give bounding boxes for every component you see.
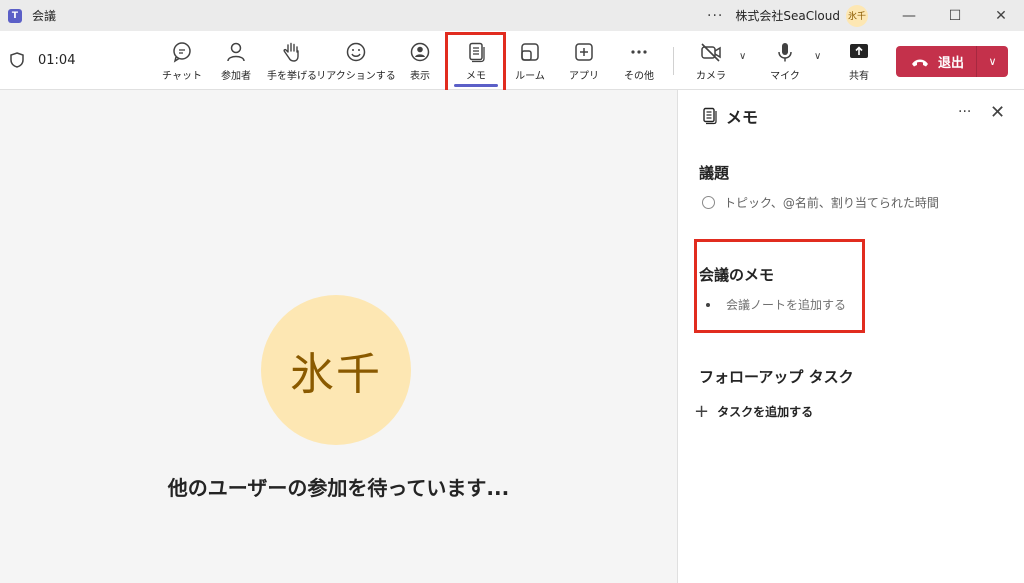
window-title: 会議 bbox=[32, 9, 57, 23]
maximize-button[interactable]: ☐ bbox=[932, 0, 978, 31]
view-button[interactable]: 表示 bbox=[402, 31, 438, 90]
user-avatar[interactable]: 氷千 bbox=[846, 4, 868, 27]
reaction-icon bbox=[346, 42, 366, 62]
apps-button[interactable]: アプリ bbox=[564, 31, 604, 90]
radio-circle-icon bbox=[702, 196, 715, 209]
chat-label: チャット bbox=[162, 71, 202, 82]
follow-up-tasks-title: フォローアップ タスク bbox=[699, 368, 854, 386]
toolbar-divider bbox=[673, 47, 674, 75]
apps-icon bbox=[575, 43, 593, 61]
chat-icon bbox=[173, 42, 191, 63]
timer-text: 01:04 bbox=[38, 52, 76, 68]
agenda-input[interactable]: トピック、@名前、割り当てられた時間 bbox=[702, 194, 939, 211]
leave-label: 退出 bbox=[938, 56, 965, 71]
mic-label: マイク bbox=[770, 71, 800, 82]
more-icon bbox=[631, 50, 647, 54]
participants-button[interactable]: 参加者 bbox=[216, 31, 256, 90]
rooms-label: ルーム bbox=[515, 71, 545, 82]
close-window-button[interactable]: ✕ bbox=[978, 0, 1024, 31]
chat-button[interactable]: チャット bbox=[162, 31, 202, 90]
reaction-button[interactable]: リアクションする bbox=[316, 31, 396, 90]
share-button[interactable]: 共有 bbox=[842, 31, 876, 90]
more-button[interactable]: その他 bbox=[619, 31, 659, 90]
minimize-button[interactable]: — bbox=[886, 0, 932, 31]
rooms-button[interactable]: ルーム bbox=[510, 31, 550, 90]
share-icon bbox=[850, 44, 868, 58]
panel-close-button[interactable]: ✕ bbox=[990, 102, 1005, 123]
view-label: 表示 bbox=[410, 71, 430, 82]
rooms-icon bbox=[521, 43, 539, 61]
add-task-button[interactable]: + タスクを追加する bbox=[694, 401, 813, 422]
add-task-label: タスクを追加する bbox=[717, 405, 814, 419]
meeting-toolbar: 01:04 チャット 参加者 手を挙げる リアクションする 表示 メモ ルーム … bbox=[0, 31, 1024, 90]
mic-button[interactable]: マイク bbox=[768, 31, 802, 90]
plus-icon: + bbox=[694, 401, 710, 422]
raise-hand-button[interactable]: 手を挙げる bbox=[266, 31, 318, 90]
panel-more-button[interactable]: ··· bbox=[958, 104, 971, 120]
meeting-timer: 01:04 bbox=[10, 52, 75, 68]
mic-icon bbox=[778, 43, 792, 62]
more-options-button[interactable]: ··· bbox=[707, 8, 723, 24]
teams-icon: T bbox=[8, 8, 22, 23]
panel-header: メモ bbox=[702, 104, 758, 128]
share-label: 共有 bbox=[849, 71, 869, 82]
participant-avatar: 氷千 bbox=[261, 295, 411, 445]
view-icon bbox=[410, 42, 430, 62]
mic-options-chevron-down-icon[interactable]: ∨ bbox=[814, 51, 821, 62]
apps-label: アプリ bbox=[569, 71, 599, 82]
meeting-notes-highlight-box bbox=[694, 239, 865, 333]
people-icon bbox=[227, 42, 245, 62]
waiting-message: 他のユーザーの参加を待っています... bbox=[167, 476, 510, 500]
panel-title: メモ bbox=[726, 108, 759, 127]
camera-options-chevron-down-icon[interactable]: ∨ bbox=[739, 51, 746, 62]
participants-label: 参加者 bbox=[221, 71, 251, 82]
agenda-placeholder: トピック、@名前、割り当てられた時間 bbox=[724, 196, 939, 210]
agenda-title: 議題 bbox=[699, 164, 730, 182]
raise-hand-label: 手を挙げる bbox=[267, 71, 317, 82]
organization-name[interactable]: 株式会社SeaCloud bbox=[735, 7, 840, 24]
meeting-stage: 氷千 他のユーザーの参加を待っています... bbox=[0, 90, 677, 583]
notes-panel: メモ ··· ✕ 議題 トピック、@名前、割り当てられた時間 会議のメモ 会議ノ… bbox=[677, 90, 1024, 583]
reaction-label: リアクションする bbox=[316, 71, 396, 82]
more-label: その他 bbox=[624, 71, 654, 82]
notes-icon bbox=[703, 107, 717, 125]
leave-main-button[interactable]: 退出 bbox=[896, 46, 976, 77]
title-bar: T 会議 ··· 株式会社SeaCloud 氷千 — ☐ ✕ bbox=[0, 0, 1024, 31]
leave-button[interactable]: 退出 ∨ bbox=[896, 46, 1008, 77]
leave-options-chevron-down-icon[interactable]: ∨ bbox=[977, 55, 1008, 68]
shield-icon bbox=[10, 52, 24, 68]
camera-button[interactable]: カメラ bbox=[692, 31, 730, 90]
hang-up-icon bbox=[912, 59, 928, 66]
camera-off-icon bbox=[701, 43, 721, 62]
raise-hand-icon bbox=[283, 42, 299, 62]
camera-label: カメラ bbox=[696, 71, 726, 82]
